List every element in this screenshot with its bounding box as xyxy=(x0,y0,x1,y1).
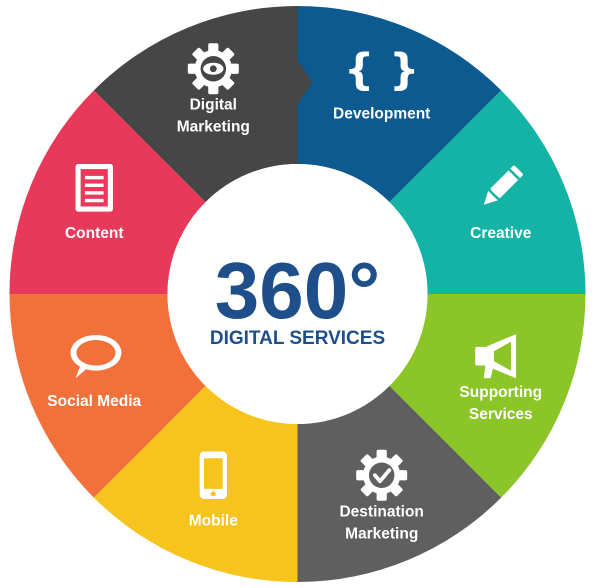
segment-label-content: Content xyxy=(65,225,124,242)
segment-label-digital-marketing-1: Digital xyxy=(190,97,237,114)
svg-text:{ }: { } xyxy=(344,46,419,95)
smartphone-icon xyxy=(199,451,227,500)
segment-label-creative: Creative xyxy=(470,225,532,242)
center-title: 360° xyxy=(215,246,380,335)
center-subtitle: DIGITAL SERVICES xyxy=(210,328,385,349)
segment-label-social-media: Social Media xyxy=(47,393,141,410)
segment-label-destination-marketing-1: Destination xyxy=(339,503,423,520)
services-wheel: { } Development Creative Supporting Service… xyxy=(9,6,586,582)
gear-eye-icon xyxy=(187,43,239,95)
segment-label-development: Development xyxy=(333,106,430,123)
segment-label-supporting-services-1: Supporting xyxy=(459,384,542,401)
segment-label-destination-marketing-2: Marketing xyxy=(345,525,418,542)
segment-label-digital-marketing-2: Marketing xyxy=(177,119,250,136)
segment-label-mobile: Mobile xyxy=(189,512,238,529)
curly-braces-icon: { } xyxy=(344,46,419,95)
document-icon xyxy=(75,164,113,212)
gear-check-icon xyxy=(356,449,408,501)
segment-label-supporting-services-2: Services xyxy=(469,406,533,423)
